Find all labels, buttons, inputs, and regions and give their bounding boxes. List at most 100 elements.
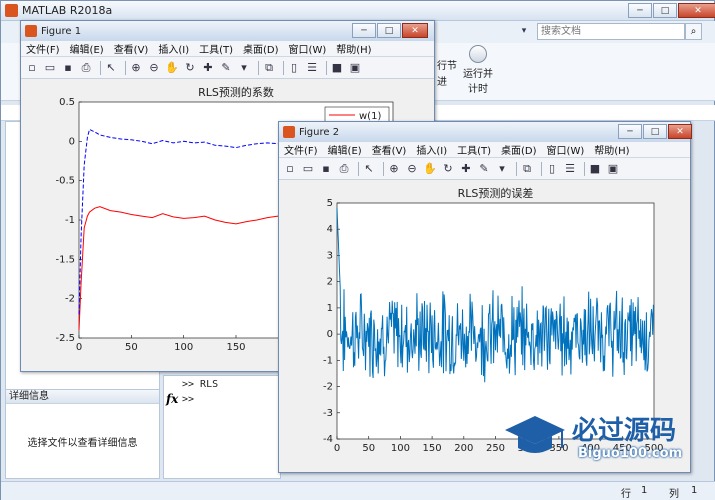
colorbar-icon[interactable]: ▯ — [287, 61, 301, 75]
menu-item[interactable]: 桌面(D) — [243, 41, 279, 56]
search-icon[interactable]: ⌕ — [685, 23, 702, 40]
fx-icon[interactable]: fx — [166, 392, 178, 406]
brush-icon[interactable]: ✎ — [477, 162, 491, 176]
print-icon[interactable]: ⎙ — [79, 61, 93, 75]
menu-item[interactable]: 帮助(H) — [594, 142, 629, 157]
figure2-close-button[interactable]: ✕ — [668, 124, 692, 139]
pointer-icon[interactable]: ↖ — [362, 162, 376, 176]
advance-button[interactable]: 进 — [437, 73, 447, 88]
brush-icon[interactable]: ✎ — [219, 61, 233, 75]
menu-item[interactable]: 编辑(E) — [328, 142, 362, 157]
save-icon[interactable]: ▪ — [61, 61, 75, 75]
figure2-menu-bar: 文件(F) 编辑(E) 查看(V) 插入(I) 工具(T) 桌面(D) 窗口(W) 帮助(H) — [279, 142, 690, 158]
menu-item[interactable]: 插入(I) — [158, 41, 189, 56]
pointer-icon[interactable]: ↖ — [104, 61, 118, 75]
pan-icon[interactable]: ✋ — [165, 61, 179, 75]
menu-item[interactable]: 桌面(D) — [501, 142, 537, 157]
menu-item[interactable]: 工具(T) — [457, 142, 491, 157]
matlab-logo-icon — [5, 4, 18, 17]
legend-icon[interactable]: ☰ — [305, 61, 319, 75]
menu-item[interactable]: 工具(T) — [199, 41, 233, 56]
rotate-icon[interactable]: ↻ — [183, 61, 197, 75]
search-input[interactable]: 搜索文档 — [537, 23, 685, 40]
logo-text: 必过源码 — [572, 416, 677, 446]
maximize-button[interactable]: □ — [653, 3, 677, 18]
print-icon[interactable]: ⎙ — [337, 162, 351, 176]
x-tick-label: 200 — [454, 443, 473, 454]
menu-item[interactable]: 帮助(H) — [336, 41, 371, 56]
figure2-title: Figure 2 — [299, 126, 340, 138]
menu-item[interactable]: 窗口(W) — [547, 142, 585, 157]
menu-item[interactable]: 查看(V) — [372, 142, 407, 157]
figure2-window-controls: ─ □ ✕ — [617, 124, 692, 139]
menu-item[interactable]: 文件(F) — [26, 41, 60, 56]
toolbar-separator — [383, 161, 384, 176]
stopwatch-icon — [469, 45, 487, 63]
zoom-out-icon[interactable]: ⊖ — [405, 162, 419, 176]
status-bar: 行 1 列 1 — [1, 481, 715, 500]
zoom-in-icon[interactable]: ⊕ — [129, 61, 143, 75]
toolbar-separator — [541, 161, 542, 176]
chevron-down-icon[interactable]: ▾ — [237, 61, 251, 75]
new-file-icon[interactable]: ▫ — [25, 61, 39, 75]
figure2-minimize-button[interactable]: ─ — [618, 124, 642, 139]
details-header: 详细信息 — [6, 390, 159, 404]
figure2-maximize-button[interactable]: □ — [643, 124, 667, 139]
link-icon[interactable]: ⧉ — [262, 61, 276, 75]
y-tick-label: -1.5 — [55, 254, 75, 265]
menu-item[interactable]: 查看(V) — [114, 41, 149, 56]
pan-icon[interactable]: ✋ — [423, 162, 437, 176]
show-plot-tools-icon[interactable]: ▣ — [348, 61, 362, 75]
rotate-icon[interactable]: ↻ — [441, 162, 455, 176]
menu-item[interactable]: 插入(I) — [416, 142, 447, 157]
link-icon[interactable]: ⧉ — [520, 162, 534, 176]
details-panel: 详细信息 选择文件以查看详细信息 — [5, 389, 160, 479]
colorbar-icon[interactable]: ▯ — [545, 162, 559, 176]
y-tick-label: -1 — [323, 355, 333, 366]
y-tick-label: 0 — [327, 329, 333, 340]
figure-icon — [283, 126, 295, 138]
chevron-down-icon[interactable]: ▾ — [495, 162, 509, 176]
chevron-down-icon[interactable]: ▾ — [518, 24, 530, 39]
toolbar-separator — [516, 161, 517, 176]
x-tick-label: 150 — [226, 342, 245, 353]
figure1-menu-bar: 文件(F) 编辑(E) 查看(V) 插入(I) 工具(T) 桌面(D) 窗口(W) 帮助(H) — [21, 41, 434, 57]
menu-item[interactable]: 窗口(W) — [289, 41, 327, 56]
open-folder-icon[interactable]: ▭ — [43, 61, 57, 75]
figure1-close-button[interactable]: ✕ — [402, 23, 428, 38]
menu-item[interactable]: 文件(F) — [284, 142, 318, 157]
figure1-maximize-button[interactable]: □ — [377, 23, 401, 38]
toolbar-separator — [326, 60, 327, 75]
y-tick-label: -4 — [323, 434, 333, 445]
x-tick-label: 50 — [125, 342, 138, 353]
command-history-line: >> RLS — [182, 379, 219, 390]
chart-title: RLS预测的误差 — [458, 186, 534, 200]
menu-item[interactable]: 编辑(E) — [70, 41, 104, 56]
new-file-icon[interactable]: ▫ — [283, 162, 297, 176]
figure1-window-controls: ─ □ ✕ — [351, 23, 428, 38]
x-tick-label: 0 — [76, 342, 82, 353]
y-tick-label: 4 — [327, 224, 333, 235]
data-cursor-icon[interactable]: ✚ — [201, 61, 215, 75]
hide-plot-tools-icon[interactable]: ■ — [330, 61, 344, 75]
y-tick-label: -1 — [65, 215, 75, 226]
run-and-time-button[interactable]: 运行并 计时 — [461, 45, 495, 95]
minimize-button[interactable]: ─ — [628, 3, 652, 18]
show-plot-tools-icon[interactable]: ▣ — [606, 162, 620, 176]
zoom-in-icon[interactable]: ⊕ — [387, 162, 401, 176]
command-prompt[interactable]: >> — [182, 394, 194, 405]
close-button[interactable]: ✕ — [678, 3, 715, 18]
x-tick-label: 100 — [391, 443, 410, 454]
command-window[interactable]: >> RLS fx >> — [163, 375, 281, 479]
open-folder-icon[interactable]: ▭ — [301, 162, 315, 176]
row-value: 1 — [641, 485, 648, 496]
data-cursor-icon[interactable]: ✚ — [459, 162, 473, 176]
legend-icon[interactable]: ☰ — [563, 162, 577, 176]
save-icon[interactable]: ▪ — [319, 162, 333, 176]
figure1-minimize-button[interactable]: ─ — [352, 23, 376, 38]
hide-plot-tools-icon[interactable]: ■ — [588, 162, 602, 176]
y-tick-label: -2 — [65, 294, 75, 305]
run-section-button[interactable]: 行节 — [437, 57, 457, 72]
zoom-out-icon[interactable]: ⊖ — [147, 61, 161, 75]
graduation-cap-icon — [505, 416, 565, 453]
